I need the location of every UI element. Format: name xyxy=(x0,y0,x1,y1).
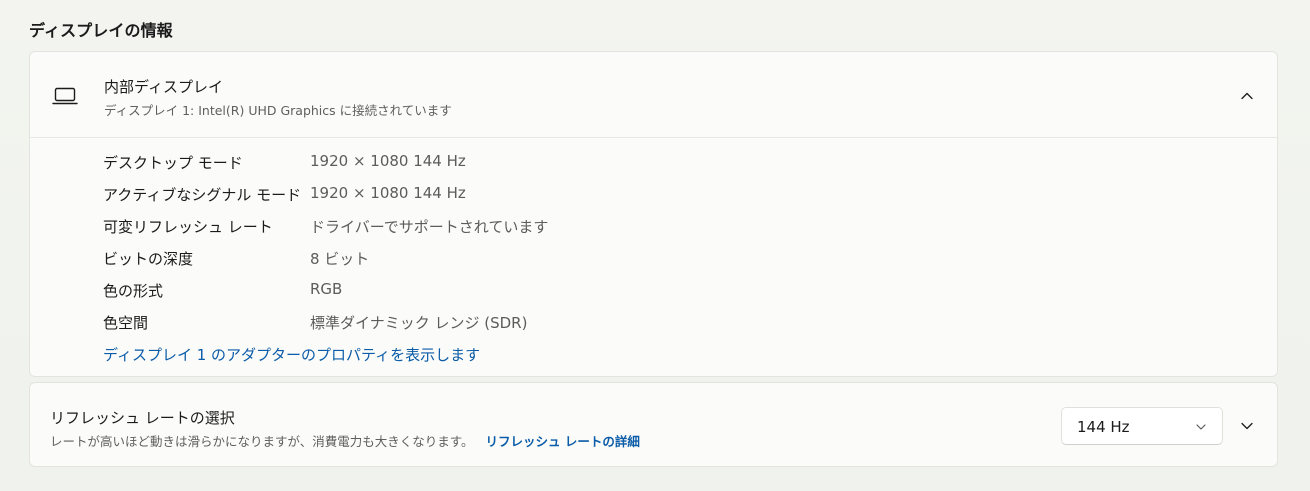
info-value: RGB xyxy=(310,280,343,298)
refresh-rate-dropdown[interactable]: 144 Hz xyxy=(1061,407,1223,445)
info-value: 8 ビット xyxy=(310,250,370,268)
info-label: 色空間 xyxy=(103,314,149,332)
info-row-active-signal-mode: アクティブなシグナル モード 1920 × 1080 144 Hz xyxy=(103,180,1203,212)
info-label: 色の形式 xyxy=(103,282,164,300)
info-row-variable-refresh-rate: 可変リフレッシュ レート ドライバーでサポートされています xyxy=(103,212,1203,244)
info-row-color-space: 色空間 標準ダイナミック レンジ (SDR) xyxy=(103,308,1203,340)
info-row-desktop-mode: デスクトップ モード 1920 × 1080 144 Hz xyxy=(103,148,1203,180)
info-row-bit-depth: ビットの深度 8 ビット xyxy=(103,244,1203,276)
info-value: 標準ダイナミック レンジ (SDR) xyxy=(310,314,528,332)
info-label: 可変リフレッシュ レート xyxy=(103,218,273,236)
info-label: アクティブなシグナル モード xyxy=(103,186,302,204)
internal-display-header[interactable]: 内部ディスプレイ ディスプレイ 1: Intel(R) UHD Graphics… xyxy=(30,52,1277,138)
internal-display-card: 内部ディスプレイ ディスプレイ 1: Intel(R) UHD Graphics… xyxy=(29,51,1278,377)
display-info-list: デスクトップ モード 1920 × 1080 144 Hz アクティブなシグナル… xyxy=(103,148,1203,340)
info-row-color-format: 色の形式 RGB xyxy=(103,276,1203,308)
section-title: ディスプレイの情報 xyxy=(29,21,173,40)
chevron-down-icon xyxy=(1194,419,1208,433)
refresh-rate-title: リフレッシュ レートの選択 xyxy=(50,409,235,427)
refresh-rate-details-link[interactable]: リフレッシュ レートの詳細 xyxy=(486,434,640,449)
info-value: ドライバーでサポートされています xyxy=(310,218,549,236)
refresh-rate-card: リフレッシュ レートの選択 レートが高いほど動きは滑らかになりますが、消費電力も… xyxy=(29,382,1278,467)
chevron-down-icon[interactable] xyxy=(1235,414,1259,438)
adapter-properties-link[interactable]: ディスプレイ 1 のアダプターのプロパティを表示します xyxy=(103,344,480,365)
display-info-page: ディスプレイの情報 内部ディスプレイ ディスプレイ 1: Intel(R) UH… xyxy=(0,0,1310,491)
refresh-rate-subtitle: レートが高いほど動きは滑らかになりますが、消費電力も大きくなります。 リフレッシ… xyxy=(50,431,640,450)
display-subtitle: ディスプレイ 1: Intel(R) UHD Graphics に接続されていま… xyxy=(104,103,452,118)
refresh-rate-dropdown-value: 144 Hz xyxy=(1077,418,1130,436)
chevron-up-icon[interactable] xyxy=(1235,84,1259,108)
info-value: 1920 × 1080 144 Hz xyxy=(310,184,466,202)
info-value: 1920 × 1080 144 Hz xyxy=(310,152,466,170)
display-title: 内部ディスプレイ xyxy=(104,78,223,96)
info-label: デスクトップ モード xyxy=(103,154,243,172)
laptop-icon xyxy=(52,84,78,106)
refresh-rate-description: レートが高いほど動きは滑らかになりますが、消費電力も大きくなります。 xyxy=(50,434,474,449)
info-label: ビットの深度 xyxy=(103,250,194,268)
